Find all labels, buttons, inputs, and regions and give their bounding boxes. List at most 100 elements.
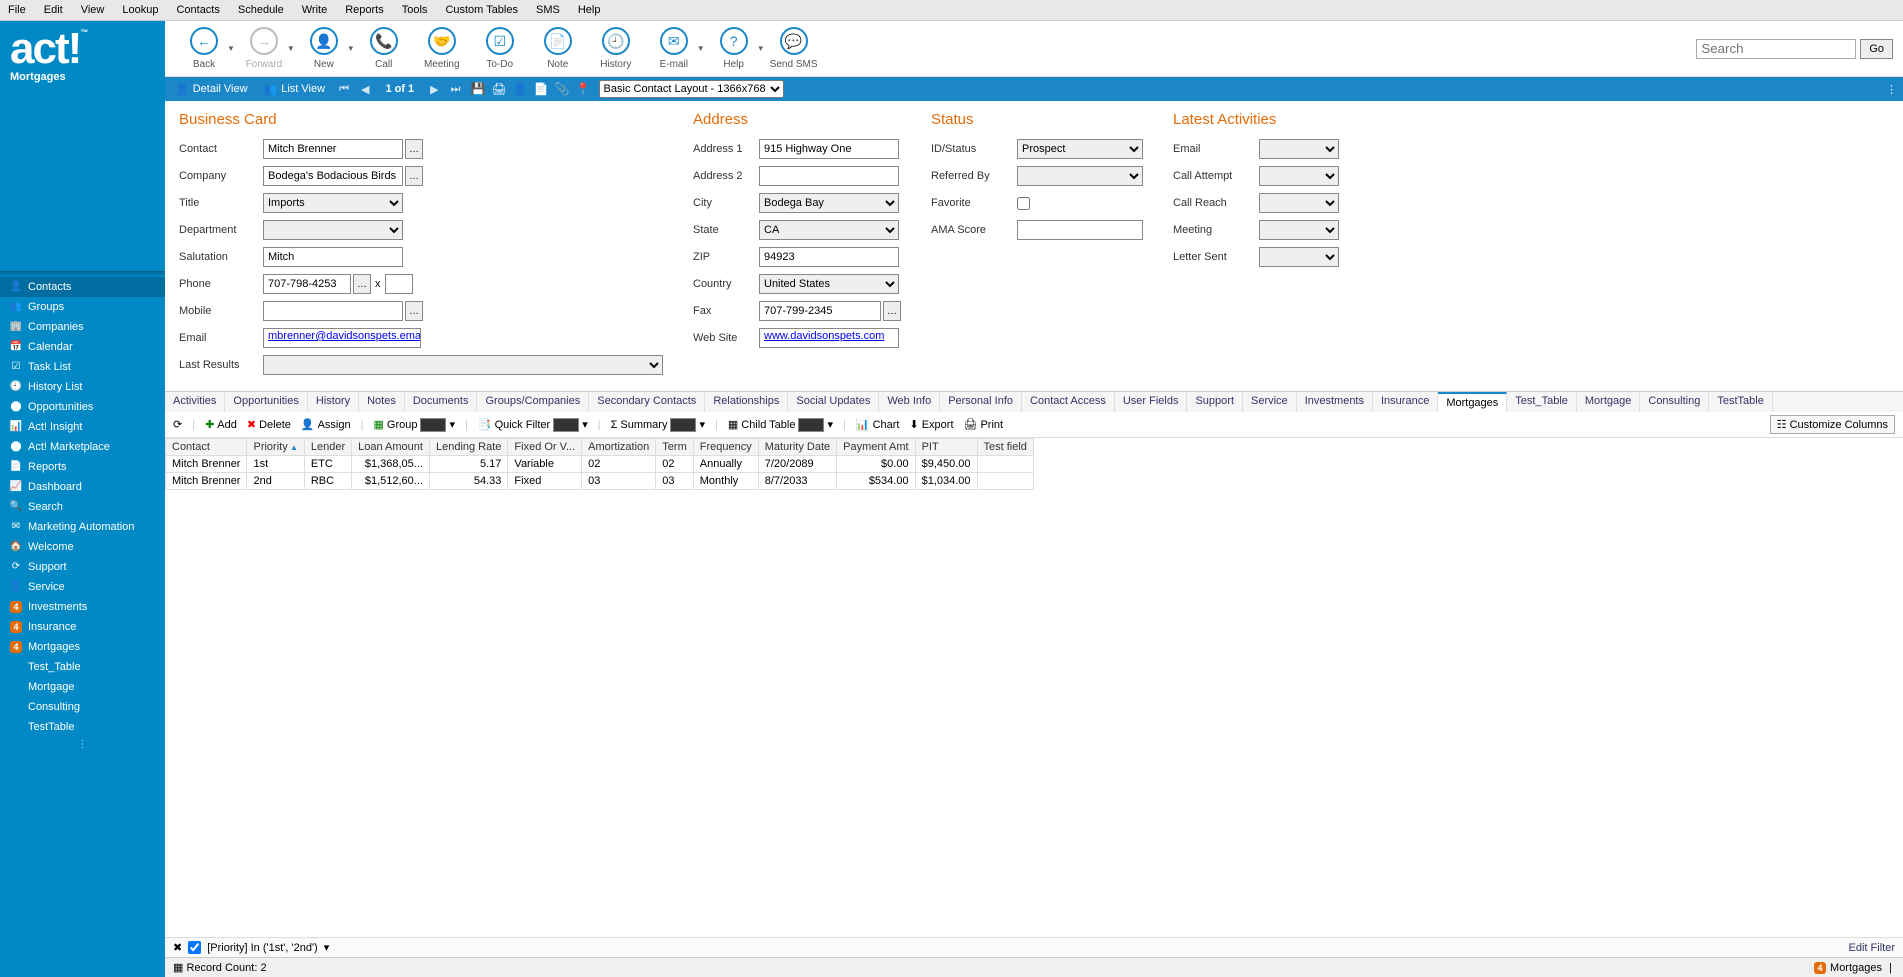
referredby-select[interactable] bbox=[1017, 166, 1143, 186]
tab-documents[interactable]: Documents bbox=[405, 392, 478, 412]
list-view-button[interactable]: 👥List View bbox=[260, 81, 330, 98]
menu-sms[interactable]: SMS bbox=[534, 2, 562, 18]
sidebar-collapse-handle[interactable]: ⋮ bbox=[0, 737, 165, 752]
address1-input[interactable] bbox=[759, 139, 899, 159]
sidebar-item-calendar[interactable]: 📅Calendar bbox=[0, 337, 165, 357]
print-grid-button[interactable]: 🖨Print bbox=[964, 418, 1004, 431]
salutation-input[interactable] bbox=[263, 247, 403, 267]
fax-lookup-button[interactable]: … bbox=[883, 301, 901, 321]
note-button[interactable]: 📄Note bbox=[529, 25, 587, 72]
sidebar-item-support[interactable]: ⟳Support bbox=[0, 557, 165, 577]
help-dropdown[interactable]: ▼ bbox=[757, 44, 765, 53]
call-button[interactable]: 📞Call bbox=[355, 25, 413, 72]
filter-enable-checkbox[interactable] bbox=[188, 941, 201, 954]
tab-investments[interactable]: Investments bbox=[1297, 392, 1373, 412]
activity-meeting-select[interactable] bbox=[1259, 220, 1339, 240]
tab-opportunities[interactable]: Opportunities bbox=[225, 392, 307, 412]
col-lending-rate[interactable]: Lending Rate bbox=[429, 439, 507, 456]
col-frequency[interactable]: Frequency bbox=[693, 439, 758, 456]
tab-web-info[interactable]: Web Info bbox=[879, 392, 940, 412]
phone-ext-input[interactable] bbox=[385, 274, 413, 294]
menu-help[interactable]: Help bbox=[576, 2, 603, 18]
tab-support[interactable]: Support bbox=[1187, 392, 1243, 412]
childtable-button[interactable]: ▦Child Table▾ bbox=[728, 418, 833, 432]
sidebar-item-reports[interactable]: 📄Reports bbox=[0, 457, 165, 477]
edit-filter-link[interactable]: Edit Filter bbox=[1849, 942, 1895, 954]
forward-dropdown[interactable]: ▼ bbox=[287, 44, 295, 53]
table-row[interactable]: Mitch Brenner1stETC$1,368,05...5.17Varia… bbox=[166, 456, 1034, 473]
activity-email-select[interactable] bbox=[1259, 139, 1339, 159]
email-link[interactable]: mbrenner@davidsonspets.ema bbox=[268, 330, 421, 342]
map-pin-icon[interactable]: 📍 bbox=[576, 82, 591, 96]
activity-callattempt-select[interactable] bbox=[1259, 166, 1339, 186]
tab-history[interactable]: History bbox=[308, 392, 359, 412]
amascore-input[interactable] bbox=[1017, 220, 1143, 240]
activity-lettersent-select[interactable] bbox=[1259, 247, 1339, 267]
email-dropdown[interactable]: ▼ bbox=[697, 44, 705, 53]
menu-contacts[interactable]: Contacts bbox=[174, 2, 221, 18]
company-input[interactable] bbox=[263, 166, 403, 186]
tab-relationships[interactable]: Relationships bbox=[705, 392, 788, 412]
phone-input[interactable] bbox=[263, 274, 351, 294]
tab-secondary-contacts[interactable]: Secondary Contacts bbox=[589, 392, 705, 412]
country-select[interactable]: United States bbox=[759, 274, 899, 294]
website-field[interactable]: www.davidsonspets.com bbox=[759, 328, 899, 348]
department-select[interactable] bbox=[263, 220, 403, 240]
lastresults-select[interactable] bbox=[263, 355, 663, 375]
sidebar-item-consulting[interactable]: Consulting bbox=[0, 697, 165, 717]
help-button[interactable]: ?Help bbox=[705, 25, 763, 72]
menu-custom-tables[interactable]: Custom Tables bbox=[443, 2, 520, 18]
refresh-button[interactable]: ⟳ bbox=[173, 418, 182, 431]
website-link[interactable]: www.davidsonspets.com bbox=[764, 330, 884, 342]
last-record-button[interactable]: ⏭ bbox=[449, 83, 463, 96]
col-lender[interactable]: Lender bbox=[304, 439, 351, 456]
fax-input[interactable] bbox=[759, 301, 881, 321]
tab-testtable[interactable]: TestTable bbox=[1709, 392, 1772, 412]
toolbar-handle[interactable]: ⋮ bbox=[1886, 83, 1897, 96]
chevron-down-icon[interactable]: ▾ bbox=[324, 941, 330, 954]
group-button[interactable]: ▦Group▾ bbox=[373, 418, 455, 432]
attach-icon[interactable]: 📎 bbox=[555, 82, 570, 96]
sidebar-item-testtable2[interactable]: TestTable bbox=[0, 717, 165, 737]
tab-user-fields[interactable]: User Fields bbox=[1115, 392, 1188, 412]
tab-insurance[interactable]: Insurance bbox=[1373, 392, 1438, 412]
sidebar-item-historylist[interactable]: 🕘History List bbox=[0, 377, 165, 397]
tab-service[interactable]: Service bbox=[1243, 392, 1297, 412]
sidebar-item-insight[interactable]: 📊Act! Insight bbox=[0, 417, 165, 437]
contact-lookup-button[interactable]: … bbox=[405, 139, 423, 159]
detail-view-button[interactable]: 👤Detail View bbox=[171, 81, 252, 98]
city-select[interactable]: Bodega Bay bbox=[759, 193, 899, 213]
favorite-checkbox[interactable] bbox=[1017, 197, 1030, 210]
col-loan-amount[interactable]: Loan Amount bbox=[352, 439, 430, 456]
sidebar-item-marketing[interactable]: ✉Marketing Automation bbox=[0, 517, 165, 537]
delete-button[interactable]: ✖Delete bbox=[247, 418, 291, 431]
tab-contact-access[interactable]: Contact Access bbox=[1022, 392, 1115, 412]
sidebar-item-mortgage[interactable]: Mortgage bbox=[0, 677, 165, 697]
sidebar-item-searchnav[interactable]: 🔍Search bbox=[0, 497, 165, 517]
back-dropdown[interactable]: ▼ bbox=[227, 44, 235, 53]
menu-write[interactable]: Write bbox=[300, 2, 329, 18]
next-record-button[interactable]: ▶ bbox=[428, 83, 440, 96]
sidebar-item-tasklist[interactable]: ☑Task List bbox=[0, 357, 165, 377]
state-select[interactable]: CA bbox=[759, 220, 899, 240]
sidebar-item-testtable[interactable]: Test_Table bbox=[0, 657, 165, 677]
col-pit[interactable]: PIT bbox=[915, 439, 977, 456]
export-button[interactable]: ⬇Export bbox=[909, 418, 953, 431]
prev-record-button[interactable]: ◀ bbox=[359, 83, 371, 96]
add-button[interactable]: ✚Add bbox=[205, 418, 237, 431]
sidebar-item-investments[interactable]: 4Investments bbox=[0, 597, 165, 617]
col-fixed-or-v-[interactable]: Fixed Or V... bbox=[508, 439, 582, 456]
summary-button[interactable]: ΣSummary▾ bbox=[611, 418, 705, 432]
tab-personal-info[interactable]: Personal Info bbox=[940, 392, 1022, 412]
sidebar-item-opportunities[interactable]: ⬤Opportunities bbox=[0, 397, 165, 417]
menu-schedule[interactable]: Schedule bbox=[236, 2, 286, 18]
quickfilter-button[interactable]: 📑Quick Filter▾ bbox=[478, 418, 588, 432]
tab-notes[interactable]: Notes bbox=[359, 392, 405, 412]
col-amortization[interactable]: Amortization bbox=[582, 439, 656, 456]
table-row[interactable]: Mitch Brenner2ndRBC$1,512,60...54.33Fixe… bbox=[166, 473, 1034, 490]
sidebar-item-dashboard[interactable]: 📈Dashboard bbox=[0, 477, 165, 497]
col-priority[interactable]: Priority ▲ bbox=[247, 439, 304, 456]
menu-lookup[interactable]: Lookup bbox=[120, 2, 160, 18]
assign-button[interactable]: 👤Assign bbox=[301, 418, 351, 431]
sendsms-button[interactable]: 💬Send SMS bbox=[765, 25, 823, 72]
